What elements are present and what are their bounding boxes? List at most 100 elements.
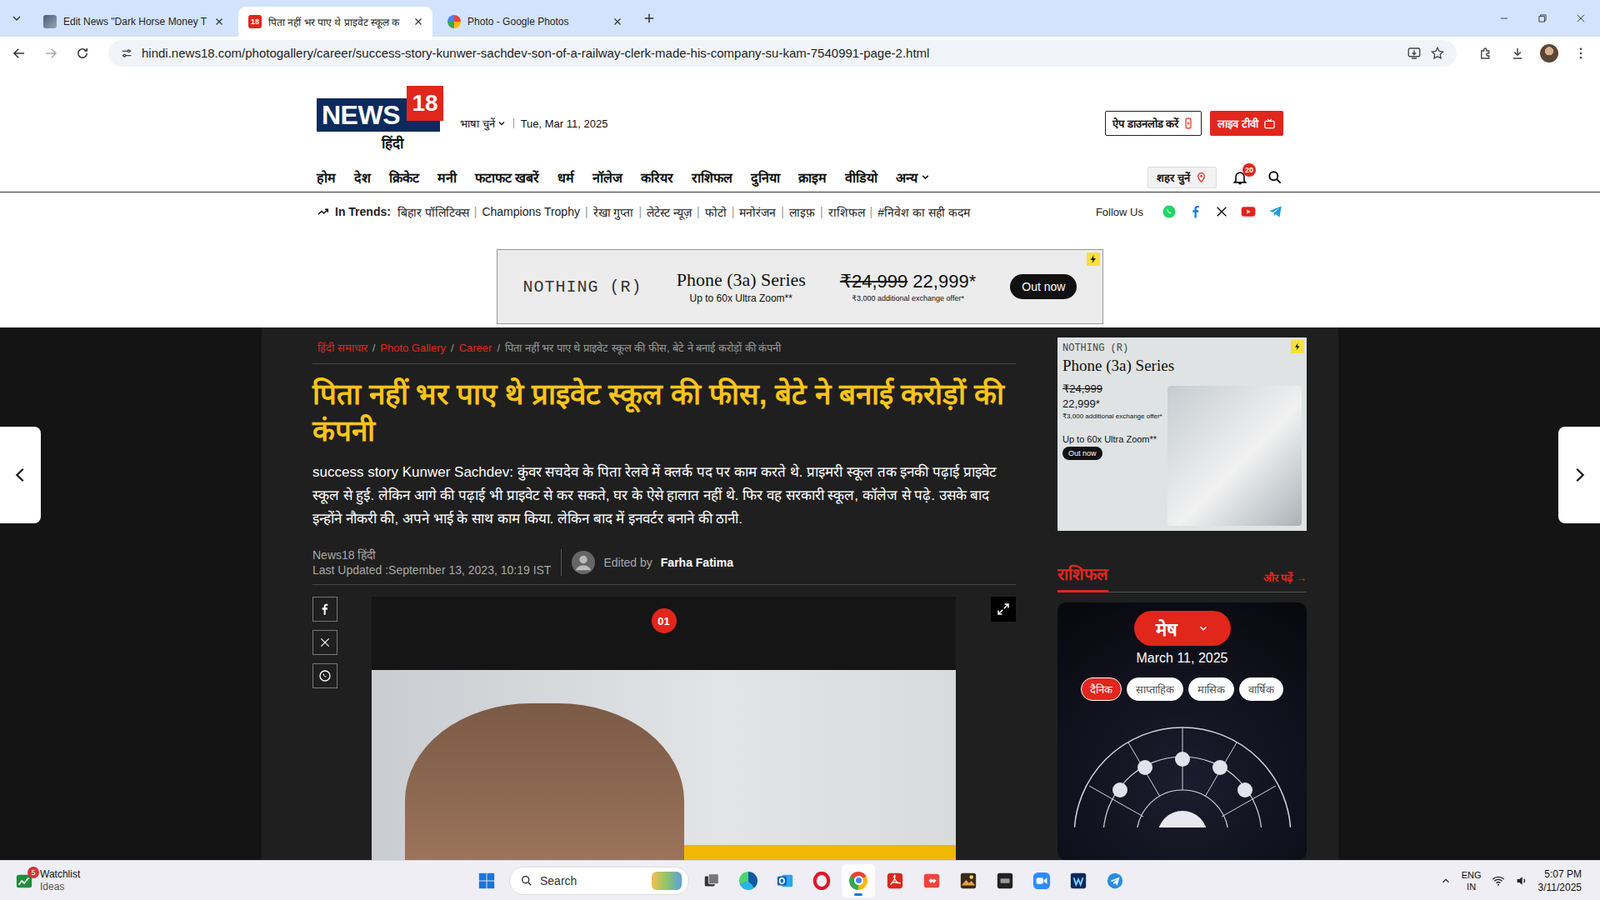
menu-button[interactable] xyxy=(1566,39,1595,68)
share-button[interactable] xyxy=(312,663,338,689)
minimize-button[interactable] xyxy=(1485,0,1524,37)
zodiac-selector[interactable]: मेष xyxy=(1134,610,1231,646)
ad-cta-button[interactable]: Out now xyxy=(1062,446,1103,460)
url-text[interactable]: hindi.news18.com/photogallery/career/suc… xyxy=(141,45,930,60)
fullscreen-button[interactable] xyxy=(990,596,1016,622)
taskbar-app[interactable] xyxy=(951,864,985,898)
nav-item[interactable]: दुनिया xyxy=(750,168,780,187)
period-tab[interactable]: साप्ताहिक xyxy=(1126,677,1184,701)
wifi-icon[interactable] xyxy=(1491,874,1505,888)
close-window-button[interactable] xyxy=(1561,0,1600,37)
address-bar[interactable]: hindi.news18.com/photogallery/career/suc… xyxy=(108,40,1457,67)
news18-logo[interactable]: NEWS 18 हिंदी xyxy=(316,85,444,151)
nav-item[interactable]: होम xyxy=(316,168,336,187)
trend-link[interactable]: लाइफ़ xyxy=(789,204,815,220)
taskbar-app[interactable] xyxy=(1098,864,1132,898)
restore-button[interactable] xyxy=(1523,0,1562,37)
social-link[interactable] xyxy=(1240,203,1257,220)
browser-tab[interactable]: Edit News "Dark Horse Money T xyxy=(33,6,234,37)
trend-link[interactable]: राशिफल xyxy=(828,204,865,220)
sidebar-ad[interactable]: NOTHING (R) Phone (3a) Series ₹24,999 22… xyxy=(1057,337,1307,531)
social-link[interactable] xyxy=(1268,204,1284,220)
trend-link[interactable]: Champions Trophy xyxy=(481,205,580,219)
profile-button[interactable] xyxy=(1535,39,1564,68)
language-selector[interactable]: भाषा चुनें xyxy=(460,115,507,131)
breadcrumb-item[interactable]: हिंदी समाचार xyxy=(317,341,368,355)
new-tab-button[interactable] xyxy=(636,5,662,31)
period-tab[interactable]: मासिक xyxy=(1188,677,1235,701)
period-tab[interactable]: वार्षिक xyxy=(1239,677,1284,701)
notifications-button[interactable]: 20 xyxy=(1231,169,1249,186)
taskbar-app[interactable] xyxy=(731,864,765,898)
nav-item[interactable]: फटाफट खबरें xyxy=(475,168,540,187)
share-button[interactable] xyxy=(312,596,338,622)
search-button[interactable] xyxy=(1266,169,1284,186)
speaker-icon[interactable] xyxy=(1515,874,1529,888)
social-link[interactable] xyxy=(1161,204,1177,220)
taskbar-app[interactable] xyxy=(841,864,875,898)
close-icon[interactable] xyxy=(412,15,425,28)
nav-item[interactable]: करियर xyxy=(640,168,674,187)
social-link[interactable] xyxy=(1188,204,1204,220)
period-tab[interactable]: दैनिक xyxy=(1080,677,1122,701)
ad-cta-button[interactable]: Out now xyxy=(1010,274,1077,300)
read-more-link[interactable]: और पढ़ें → xyxy=(1263,570,1307,592)
previous-slide-button[interactable] xyxy=(0,426,41,524)
clock[interactable]: 5:07 PM3/11/2025 xyxy=(1538,867,1583,895)
nav-item[interactable]: राशिफल xyxy=(691,168,733,187)
trend-link[interactable]: #निवेश का सही कदम xyxy=(877,204,970,220)
taskbar-app[interactable] xyxy=(805,864,839,898)
taskbar-app[interactable] xyxy=(695,864,729,898)
top-ad-banner[interactable]: NOTHING (R) Phone (3a) Series Up to 60x … xyxy=(496,249,1104,325)
back-button[interactable] xyxy=(5,39,34,68)
city-selector[interactable]: शहर चुनें xyxy=(1147,166,1217,189)
browser-tab[interactable]: Photo - Google Photos xyxy=(437,6,632,37)
nav-item[interactable]: धर्म xyxy=(557,168,575,187)
close-icon[interactable] xyxy=(213,15,225,28)
breadcrumb-item[interactable]: Photo Gallery xyxy=(380,341,446,355)
nav-item[interactable]: नॉलेज xyxy=(592,168,623,187)
nav-item[interactable]: देश xyxy=(354,168,371,187)
close-icon[interactable] xyxy=(611,15,624,28)
app-download-button[interactable]: ऐप डाउनलोड करें xyxy=(1105,110,1202,136)
share-button[interactable] xyxy=(312,630,338,655)
live-tv-button[interactable]: लाइव टीवी xyxy=(1210,110,1284,136)
nav-item[interactable]: मनी xyxy=(437,168,457,187)
taskbar-app[interactable] xyxy=(915,864,949,898)
forward-button[interactable] xyxy=(36,39,65,68)
next-slide-button[interactable] xyxy=(1558,426,1600,524)
trend-link[interactable]: रेखा गुप्ता xyxy=(593,204,635,220)
taskbar-app[interactable] xyxy=(1061,864,1095,898)
reload-button[interactable] xyxy=(68,39,97,68)
browser-tab[interactable]: 18 पिता नहीं भर पाए थे प्राइवेट स्कूल क xyxy=(238,6,433,37)
trend-link[interactable]: बिहार पॉलिटिक्स xyxy=(397,204,470,220)
input-language[interactable]: ENGIN xyxy=(1461,869,1482,893)
taskbar-app[interactable] xyxy=(1025,864,1059,898)
chevron-up-icon[interactable] xyxy=(1440,875,1452,887)
downloads-button[interactable] xyxy=(1503,39,1532,68)
tab-search-button[interactable] xyxy=(5,6,29,30)
breadcrumb-item[interactable]: Career xyxy=(459,341,493,355)
taskbar-app[interactable] xyxy=(768,864,802,898)
social-link[interactable] xyxy=(1215,205,1229,219)
watchlist-widget[interactable]: 5 WatchlistIdeas xyxy=(10,868,80,894)
author-avatar-icon xyxy=(571,550,595,575)
trend-link[interactable]: लेटेस्ट न्यूज़ xyxy=(646,204,692,220)
nav-item[interactable]: वीडियो xyxy=(845,168,878,187)
nav-item[interactable]: क्रिकेट xyxy=(389,168,420,187)
taskbar-app[interactable] xyxy=(878,864,912,898)
trend-link[interactable]: फोटो xyxy=(705,204,727,220)
nav-item[interactable]: अन्य xyxy=(895,168,931,187)
site-info-icon[interactable] xyxy=(120,46,134,60)
trend-link[interactable]: मनोरंजन xyxy=(739,204,776,220)
taskbar-app[interactable] xyxy=(988,864,1022,898)
start-button[interactable] xyxy=(470,864,504,898)
extensions-button[interactable] xyxy=(1471,39,1500,68)
tab-title: Edit News "Dark Horse Money T xyxy=(63,15,207,28)
nav-item[interactable]: क्राइम xyxy=(798,168,827,187)
star-icon[interactable] xyxy=(1430,45,1445,61)
tab-title: पिता नहीं भर पाए थे प्राइवेट स्कूल क xyxy=(268,15,406,30)
install-icon[interactable] xyxy=(1406,45,1422,61)
editor-name[interactable]: Farha Fatima xyxy=(660,555,734,570)
taskbar-search[interactable]: Search xyxy=(509,866,690,895)
